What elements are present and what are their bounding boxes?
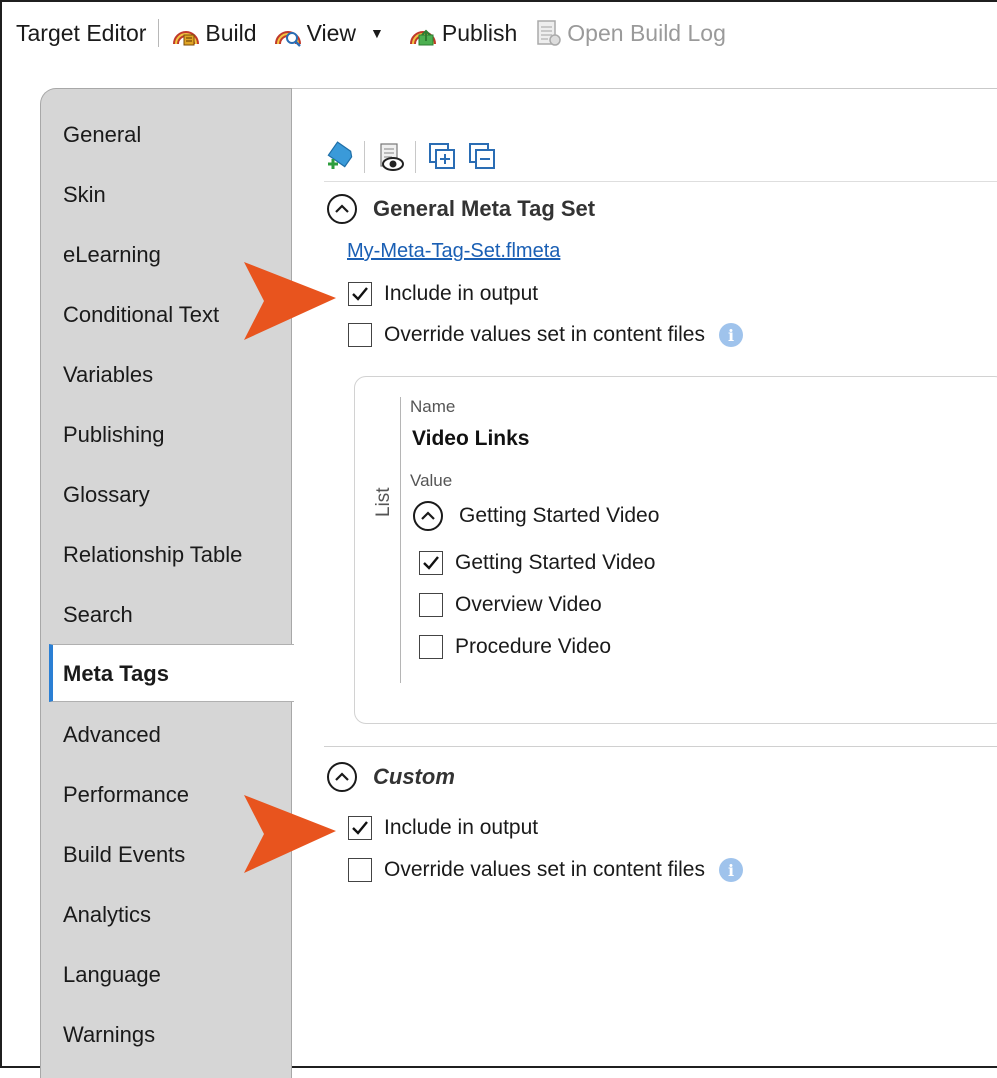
value-option-checkbox[interactable] xyxy=(419,593,443,617)
callout-arrow-icon xyxy=(244,795,336,873)
custom-override-values-checkbox[interactable] xyxy=(348,858,372,882)
nav-item-language[interactable]: Language xyxy=(41,946,293,1004)
override-values-row[interactable]: Override values set in content files i xyxy=(348,323,743,347)
nav-item-general[interactable]: General xyxy=(41,106,293,164)
build-label: Build xyxy=(205,19,257,46)
build-icon xyxy=(173,31,200,46)
preview-eye-icon[interactable] xyxy=(375,140,407,174)
nav-item-warnings[interactable]: Warnings xyxy=(41,1006,293,1064)
build-log-icon xyxy=(537,20,562,46)
view-button[interactable]: View ▼ xyxy=(273,18,392,48)
custom-section-title: Custom xyxy=(373,764,455,789)
meta-tag-set-file-link[interactable]: My-Meta-Tag-Set.flmeta xyxy=(347,240,560,263)
nav-item-publishing[interactable]: Publishing xyxy=(41,406,293,464)
nav-item-search[interactable]: Search xyxy=(41,586,293,644)
collapse-chevron-up-icon[interactable] xyxy=(413,501,443,531)
target-editor-nav: General Skin eLearning Conditional Text … xyxy=(40,88,294,1078)
value-option-row[interactable]: Procedure Video xyxy=(419,635,611,659)
include-in-output-label: Include in output xyxy=(384,282,539,305)
value-option-label: Overview Video xyxy=(455,593,602,616)
override-values-label: Override values set in content files xyxy=(384,323,705,346)
nav-item-variables[interactable]: Variables xyxy=(41,346,293,404)
expand-all-icon[interactable] xyxy=(426,140,458,174)
custom-include-in-output-label: Include in output xyxy=(384,816,539,839)
meta-tags-panel: General Meta Tag Set My-Meta-Tag-Set.flm… xyxy=(292,88,997,1066)
target-editor-window: Target Editor Build View ▼ Publish Open … xyxy=(0,0,997,1078)
custom-override-values-label: Override values set in content files xyxy=(384,858,705,881)
meta-tag-name-value: Video Links xyxy=(412,427,530,450)
custom-include-in-output-checkbox[interactable] xyxy=(348,816,372,840)
build-button[interactable]: Build xyxy=(171,18,257,48)
include-in-output-checkbox[interactable] xyxy=(348,282,372,306)
value-field-label: Value xyxy=(410,471,453,490)
nav-item-skin[interactable]: Skin xyxy=(41,166,293,224)
value-option-checkbox[interactable] xyxy=(419,635,443,659)
collapse-chevron-up-icon[interactable] xyxy=(327,194,357,224)
nav-item-meta-tags[interactable]: Meta Tags xyxy=(49,644,294,702)
override-values-checkbox[interactable] xyxy=(348,323,372,347)
value-option-label: Procedure Video xyxy=(455,635,612,658)
icon-bar-separator xyxy=(364,140,365,173)
add-meta-tag-icon[interactable] xyxy=(324,140,356,174)
toolbar: Target Editor Build View ▼ Publish Open … xyxy=(4,4,997,62)
collapse-all-icon[interactable] xyxy=(466,140,498,174)
nav-item-advanced[interactable]: Advanced xyxy=(41,706,293,764)
custom-override-values-row[interactable]: Override values set in content files i xyxy=(348,858,743,882)
meta-tag-card: List Name Video Links Value Getting Star… xyxy=(354,376,997,724)
open-build-log-label: Open Build Log xyxy=(567,19,726,46)
list-side-label: List xyxy=(373,487,394,517)
view-dropdown-arrow-icon[interactable]: ▼ xyxy=(370,25,384,41)
value-option-row[interactable]: Overview Video xyxy=(419,593,602,617)
icon-bar-separator xyxy=(415,140,416,173)
content-top-border xyxy=(292,88,997,89)
section-divider xyxy=(324,746,997,747)
list-indent-bar xyxy=(400,397,401,683)
nav-item-relationship-table[interactable]: Relationship Table xyxy=(41,526,293,584)
publish-icon xyxy=(409,29,436,46)
general-meta-tag-set-header[interactable]: General Meta Tag Set xyxy=(327,194,595,224)
view-label: View xyxy=(306,19,356,46)
value-group-title: Getting Started Video xyxy=(459,504,660,527)
info-icon[interactable]: i xyxy=(719,323,743,347)
view-icon xyxy=(274,31,301,47)
custom-include-in-output-row[interactable]: Include in output xyxy=(348,816,538,840)
value-option-checkbox[interactable] xyxy=(419,551,443,575)
editor-title: Target Editor xyxy=(16,19,147,46)
open-build-log-button[interactable]: Open Build Log xyxy=(533,18,726,48)
include-in-output-row[interactable]: Include in output xyxy=(348,282,538,306)
custom-section-header[interactable]: Custom xyxy=(327,762,455,792)
general-section-title: General Meta Tag Set xyxy=(373,196,596,221)
collapse-chevron-up-icon[interactable] xyxy=(327,762,357,792)
nav-item-glossary[interactable]: Glossary xyxy=(41,466,293,524)
nav-item-analytics[interactable]: Analytics xyxy=(41,886,293,944)
callout-arrow-icon xyxy=(244,262,336,340)
toolbar-separator xyxy=(158,19,160,47)
value-option-row[interactable]: Getting Started Video xyxy=(419,551,655,575)
value-option-label: Getting Started Video xyxy=(455,551,656,574)
publish-button[interactable]: Publish xyxy=(408,18,517,48)
name-field-label: Name xyxy=(410,397,456,416)
meta-tags-icon-bar xyxy=(324,132,997,182)
value-group-header[interactable]: Getting Started Video xyxy=(413,501,659,531)
publish-label: Publish xyxy=(441,19,518,46)
info-icon[interactable]: i xyxy=(719,858,743,882)
